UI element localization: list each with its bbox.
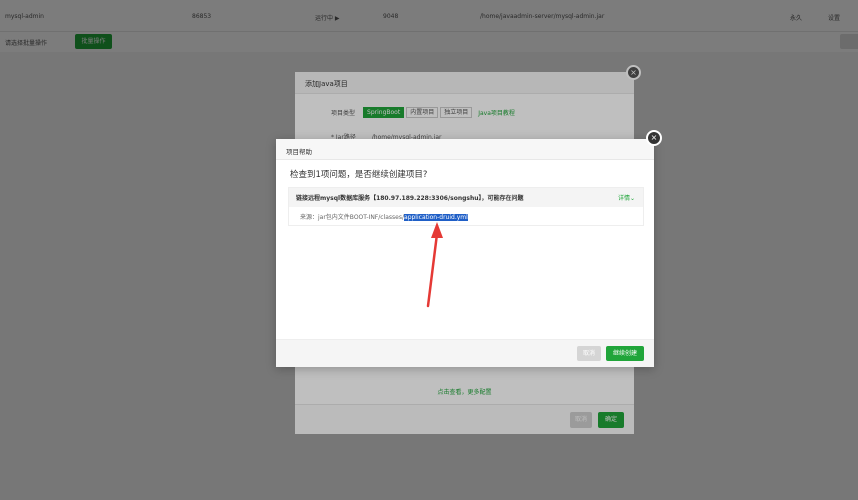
annotation-arrow-icon (426, 222, 443, 308)
